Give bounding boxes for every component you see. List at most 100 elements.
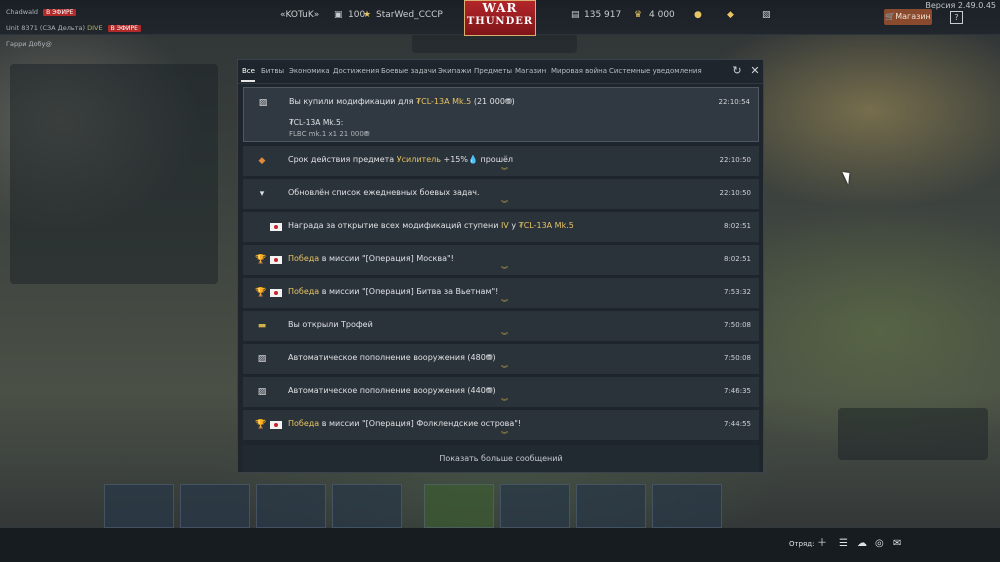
- live-badge: В ЭФИРЕ: [107, 25, 141, 32]
- list-item[interactable]: 🏆 Победа в миссии "[Операция] Битва за В…: [243, 278, 759, 308]
- game-version: Версия 2.49.0.45: [925, 1, 996, 10]
- golden-eagles-count[interactable]: 4 000: [649, 10, 675, 20]
- tab-bar: Все Битвы Экономика Достижения Боевые за…: [238, 60, 763, 84]
- message-text: Автоматическое пополнение вооружения (48…: [288, 353, 496, 362]
- cart-icon: 🛒: [885, 12, 896, 21]
- expand-chevron-icon[interactable]: ︾: [501, 201, 508, 208]
- tier-label: IV: [500, 221, 509, 230]
- vehicle-slot[interactable]: [256, 484, 326, 528]
- list-item[interactable]: Награда за открытие всех модификаций сту…: [243, 212, 759, 242]
- vehicle-slot[interactable]: [652, 484, 722, 528]
- mail-icon[interactable]: ✉: [893, 537, 901, 551]
- list-item[interactable]: ▾ Обновлён список ежедневных боевых зада…: [243, 179, 759, 209]
- expand-chevron-icon[interactable]: ︾: [501, 366, 508, 373]
- message-time: 22:10:50: [719, 189, 751, 197]
- tab-system-notifications[interactable]: Системные уведомления: [609, 67, 702, 75]
- victory-label: Победа: [288, 254, 320, 263]
- refresh-icon[interactable]: ↻: [731, 65, 743, 77]
- clan-tag[interactable]: «KOTuK»: [280, 10, 319, 20]
- message-text: Награда за открытие всех модификаций сту…: [288, 221, 574, 230]
- top-bar: «KOTuK» ▣ 100 ★ StarWed_CCCP WAR THUNDER…: [0, 0, 1000, 36]
- contacts-icon[interactable]: ☁: [857, 537, 867, 551]
- silver-lions-count[interactable]: 135 917: [584, 10, 621, 20]
- vehicle-link[interactable]: ₮CL-13A Mk.5: [519, 221, 574, 230]
- list-item[interactable]: ▨ Вы купили модификации для ₮CL-13A Mk.5…: [243, 87, 759, 142]
- coupon-icon[interactable]: ▧: [762, 10, 771, 20]
- message-text: Автоматическое пополнение вооружения (44…: [288, 386, 496, 395]
- message-time: 7:46:35: [724, 387, 751, 395]
- tab-all[interactable]: Все: [242, 67, 255, 75]
- squad-label: Отряд:: [789, 540, 815, 548]
- squad-member[interactable]: Unit 8371 (СЗА Дельта) DIVE В ЭФИРЕ: [6, 24, 141, 32]
- silver-lions-icon: ▤: [571, 10, 580, 20]
- tab-achievements[interactable]: Достижения: [333, 67, 379, 75]
- premium-badge-icon[interactable]: ◆: [727, 10, 734, 20]
- message-text: Победа в миссии "[Операция] Битва за Вье…: [288, 287, 498, 296]
- tab-items[interactable]: Предметы: [474, 67, 512, 75]
- avatar-icon[interactable]: ▣: [334, 10, 343, 20]
- message-text: Срок действия предмета Усилитель +15%💧 п…: [288, 155, 513, 164]
- list-icon[interactable]: ☰: [839, 537, 848, 551]
- expand-chevron-icon[interactable]: ︾: [501, 168, 508, 175]
- bottom-bar: Отряд: ＋ ☰ ☁ ◎ ✉: [0, 528, 1000, 562]
- vehicle-slot[interactable]: [332, 484, 402, 528]
- vehicle-slot[interactable]: [180, 484, 250, 528]
- item-link[interactable]: Усилитель: [397, 155, 441, 164]
- expand-chevron-icon[interactable]: ︾: [501, 300, 508, 307]
- expand-chevron-icon[interactable]: ︾: [501, 399, 508, 406]
- list-item[interactable]: ▬ Вы открыли Трофей 7:50:08 ︾: [243, 311, 759, 341]
- add-squad-member-icon[interactable]: ＋: [817, 537, 827, 551]
- war-thunder-logo: WAR THUNDER: [464, 0, 536, 36]
- flag-icon: [270, 222, 282, 233]
- squad-member-status: DIVE: [87, 24, 103, 32]
- message-text-part: у: [508, 221, 519, 230]
- vehicle-slot[interactable]: [500, 484, 570, 528]
- message-text: Вы открыли Трофей: [288, 320, 373, 329]
- expand-chevron-icon[interactable]: ︾: [501, 267, 508, 274]
- vehicle-slot[interactable]: [424, 484, 494, 528]
- help-button[interactable]: ?: [950, 11, 963, 24]
- expand-chevron-icon[interactable]: ︾: [501, 432, 508, 439]
- vehicle-slot[interactable]: [576, 484, 646, 528]
- wrench-icon: ▨: [257, 387, 267, 397]
- trophy-icon: 🏆: [255, 420, 267, 430]
- list-item[interactable]: ◆ Срок действия предмета Усилитель +15%💧…: [243, 146, 759, 176]
- show-more-button[interactable]: Показать больше сообщений: [243, 445, 759, 472]
- message-text-part: Вы купили модификации для: [289, 97, 417, 106]
- tab-battles[interactable]: Битвы: [261, 67, 284, 75]
- message-time: 7:50:08: [724, 321, 751, 329]
- list-item[interactable]: ▨ Автоматическое пополнение вооружения (…: [243, 377, 759, 407]
- premium-bulb-icon[interactable]: ●: [694, 10, 702, 20]
- vehicle-link[interactable]: ₮CL-13A Mk.5: [416, 97, 471, 106]
- tab-shop[interactable]: Магазин: [515, 67, 546, 75]
- logo-text-bottom: THUNDER: [466, 16, 534, 27]
- notifications-dialog: Все Битвы Экономика Достижения Боевые за…: [237, 59, 764, 473]
- chat-icon[interactable]: ◎: [875, 537, 884, 551]
- message-time: 8:02:51: [724, 222, 751, 230]
- expand-chevron-icon[interactable]: ︾: [501, 333, 508, 340]
- message-text: Вы купили модификации для ₮CL-13A Mk.5 (…: [289, 97, 515, 106]
- message-text-part: в миссии "[Операция] Москва"!: [319, 254, 454, 263]
- wrench-icon: ▨: [258, 98, 268, 108]
- squad-member-name: Гарри Добу@: [6, 40, 52, 48]
- close-icon[interactable]: ✕: [749, 65, 761, 77]
- message-text: Обновлён список ежедневных боевых задач.: [288, 188, 480, 197]
- blurred-panel-top: [412, 33, 577, 53]
- message-text-part: (21 000⛃): [471, 97, 515, 106]
- list-item[interactable]: 🏆 Победа в миссии "[Операция] Фолклендск…: [243, 410, 759, 440]
- logo-text-top: WAR: [482, 1, 518, 15]
- tab-world-war[interactable]: Мировая война: [551, 67, 607, 75]
- tab-battle-tasks[interactable]: Боевые задачи: [381, 67, 436, 75]
- list-item[interactable]: ▨ Автоматическое пополнение вооружения (…: [243, 344, 759, 374]
- shop-button[interactable]: 🛒Магазин: [884, 9, 932, 25]
- vehicle-slot[interactable]: [104, 484, 174, 528]
- tab-crews[interactable]: Экипажи: [438, 67, 471, 75]
- tab-economy[interactable]: Экономика: [289, 67, 330, 75]
- victory-label: Победа: [288, 419, 320, 428]
- squad-member[interactable]: Chadwald В ЭФИРЕ: [6, 8, 77, 16]
- squad-member[interactable]: Гарри Добу@: [6, 40, 52, 48]
- message-text-part: в миссии "[Операция] Фолклендские остров…: [319, 419, 522, 428]
- message-time: 22:10:54: [718, 98, 750, 106]
- player-nickname[interactable]: StarWed_CCCP: [376, 10, 443, 20]
- list-item[interactable]: 🏆 Победа в миссии "[Операция] Москва"! 8…: [243, 245, 759, 275]
